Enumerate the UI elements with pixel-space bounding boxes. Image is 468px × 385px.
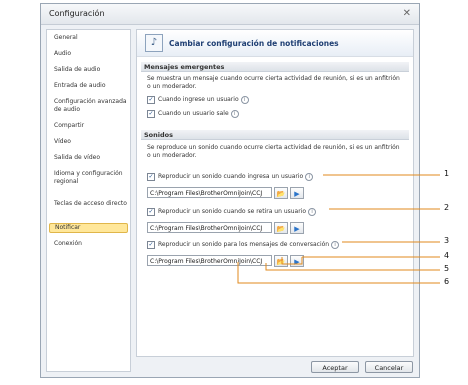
callout-number-1: 1 <box>444 169 450 178</box>
callout-line-4-bracket <box>281 257 303 265</box>
callout-number-3: 3 <box>444 236 450 245</box>
callout-number-2: 2 <box>444 203 450 212</box>
callout-number-5: 5 <box>444 264 450 273</box>
callout-lines <box>237 174 440 284</box>
callout-number-6: 6 <box>444 277 450 286</box>
callout-number-4: 4 <box>444 251 450 260</box>
callout-line-6 <box>237 262 440 284</box>
